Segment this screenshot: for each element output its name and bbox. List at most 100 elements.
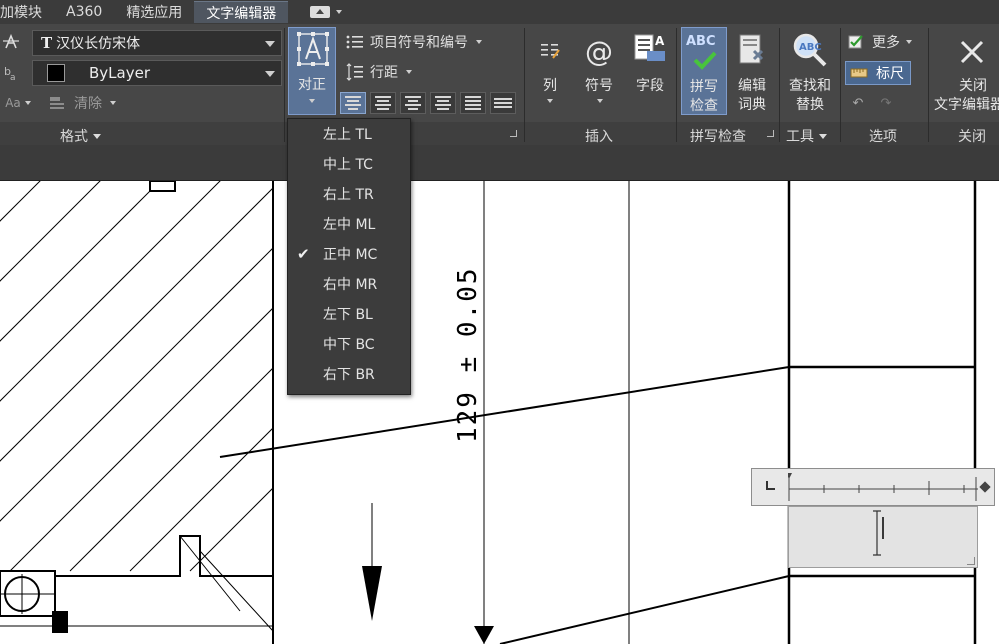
align-left-button[interactable] [370, 92, 396, 114]
align-distribute-button[interactable] [490, 92, 516, 114]
tab-a360-label: A360 [66, 4, 103, 20]
spell-check-dialog-launcher[interactable] [767, 130, 774, 137]
edit-dictionary-label-2[interactable]: 词典 [732, 96, 772, 115]
drawing-canvas[interactable]: 129 ± 0.05 [0, 180, 999, 644]
symbol-label[interactable]: 符号 [582, 77, 616, 96]
panel-separator [524, 28, 525, 142]
panel-separator [284, 28, 285, 142]
format-panel-label[interactable]: 格式 [60, 126, 101, 146]
justify-option-mc[interactable]: ✔ 正中 MC [288, 239, 410, 269]
align-center-button[interactable] [400, 92, 426, 114]
dimension-text[interactable]: 129 ± 0.05 [453, 266, 483, 443]
tab-featured-apps[interactable]: 精选应用 [114, 1, 194, 23]
bullets-numbering-button[interactable]: 项目符号和编号 [346, 33, 496, 51]
color-select[interactable]: ByLayer [32, 60, 282, 86]
minimize-icon [310, 6, 331, 18]
justify-option-mr[interactable]: 右中 MR [288, 269, 410, 299]
svg-text:A: A [655, 34, 665, 48]
spell-check-button[interactable]: ABC 拼写 检查 [681, 27, 727, 115]
justify-option-tc[interactable]: 中上 TC [288, 149, 410, 179]
eraser-icon [50, 97, 64, 109]
ruler-toggle-button[interactable]: 标尺 [845, 61, 911, 85]
tab-a360[interactable]: A360 [54, 1, 114, 23]
spell-check-label-1: 拼写 [690, 79, 718, 95]
spell-check-panel-title: 拼写检查 [690, 129, 746, 145]
panel-separator [840, 28, 841, 142]
justify-option-ml[interactable]: 左中 ML [288, 209, 410, 239]
tab-addins[interactable]: 加模块 [0, 1, 54, 23]
checkmark-icon [693, 51, 717, 70]
options-panel-label: 选项 [869, 126, 897, 146]
close-editor-label-2[interactable]: 文字编辑器 [934, 96, 999, 115]
tab-type-icon[interactable] [766, 481, 775, 490]
field-icon[interactable]: A [632, 32, 668, 68]
tab-text-editor[interactable]: 文字编辑器 [194, 1, 289, 23]
chevron-down-icon [597, 99, 603, 103]
chevron-down-icon [906, 40, 912, 44]
undo-icon[interactable]: ↶ [850, 96, 866, 111]
paragraph-dialog-launcher[interactable] [510, 130, 517, 137]
close-panel-title: 关闭 [958, 129, 986, 145]
justify-option-label: 中下 BC [323, 337, 375, 353]
justify-option-label: 正中 MC [323, 247, 378, 263]
mtext-edit-box[interactable] [788, 506, 978, 568]
justify-option-bc[interactable]: 中下 BC [288, 329, 410, 359]
field-label[interactable]: 字段 [632, 77, 668, 96]
chevron-down-icon [336, 10, 343, 14]
dimension-arrow [474, 626, 494, 644]
align-right-button[interactable] [430, 92, 456, 114]
clear-formatting-button[interactable]: 清除 [48, 94, 124, 112]
line-spacing-button[interactable]: 行距 [346, 63, 426, 81]
find-replace-label-2[interactable]: 替换 [784, 96, 836, 115]
svg-text:a: a [10, 73, 16, 81]
spell-check-panel-label: 拼写检查 [690, 126, 746, 146]
tab-featured-apps-label: 精选应用 [126, 5, 183, 21]
width-handle-icon[interactable] [979, 481, 991, 493]
redo-icon[interactable]: ↷ [878, 96, 894, 111]
find-replace-icon[interactable]: ABC [790, 32, 830, 68]
justify-option-label: 中上 TC [323, 157, 373, 173]
columns-icon[interactable] [536, 38, 564, 66]
ribbon-minimize-button[interactable] [310, 6, 343, 18]
justify-option-tl[interactable]: 左上 TL [288, 119, 410, 149]
justify-option-bl[interactable]: 左下 BL [288, 299, 410, 329]
filled-block [52, 611, 68, 633]
chevron-down-icon [309, 99, 315, 103]
mtext-ruler[interactable] [751, 468, 995, 506]
resize-grip-icon[interactable] [967, 557, 975, 565]
cad-drawing[interactable]: 129 ± 0.05 [0, 180, 999, 644]
columns-label[interactable]: 列 [538, 77, 562, 96]
edit-dictionary-icon[interactable] [734, 32, 770, 68]
justify-option-tr[interactable]: 右上 TR [288, 179, 410, 209]
edit-dictionary-label-1[interactable]: 编辑 [732, 77, 772, 96]
find-replace-label-1[interactable]: 查找和 [784, 77, 836, 96]
ruler-scale[interactable] [788, 473, 980, 503]
close-panel-label: 关闭 [958, 126, 986, 146]
justify-dropdown-menu: 左上 TL 中上 TC 右上 TR 左中 ML ✔ 正中 MC 右中 MR 左下 … [287, 118, 411, 395]
clear-formatting-label: 清除 [74, 96, 102, 112]
strikethrough-icon[interactable] [2, 33, 20, 51]
justify-option-label: 左上 TL [323, 127, 372, 143]
at-symbol-icon[interactable]: @ [584, 34, 614, 68]
more-options-button[interactable]: 更多 [848, 33, 922, 51]
justify-option-label: 右上 TR [323, 187, 374, 203]
options-panel-title: 选项 [869, 129, 897, 145]
oblique-icon[interactable]: ba [2, 62, 22, 82]
chevron-down-icon [24, 101, 31, 105]
close-icon[interactable] [956, 36, 988, 68]
truetype-font-icon: T [41, 34, 53, 52]
justify-button[interactable]: 对正 [288, 27, 336, 115]
align-default-button[interactable] [340, 92, 366, 114]
text-case-icon: Aa [5, 96, 21, 110]
close-editor-label-1[interactable]: 关闭 [940, 77, 999, 96]
justify-option-br[interactable]: 右下 BR [288, 359, 410, 389]
chevron-down-icon [406, 70, 412, 74]
more-options-label: 更多 [872, 35, 900, 51]
text-case-button[interactable]: Aa [0, 94, 36, 112]
tab-text-editor-label: 文字编辑器 [206, 5, 277, 22]
panel-separator [779, 28, 780, 142]
align-justify-button[interactable] [460, 92, 486, 114]
tools-panel-label[interactable]: 工具 [786, 126, 827, 146]
justify-option-label: 左下 BL [323, 307, 373, 323]
font-select[interactable]: T 汉仪长仿宋体 [32, 30, 282, 56]
